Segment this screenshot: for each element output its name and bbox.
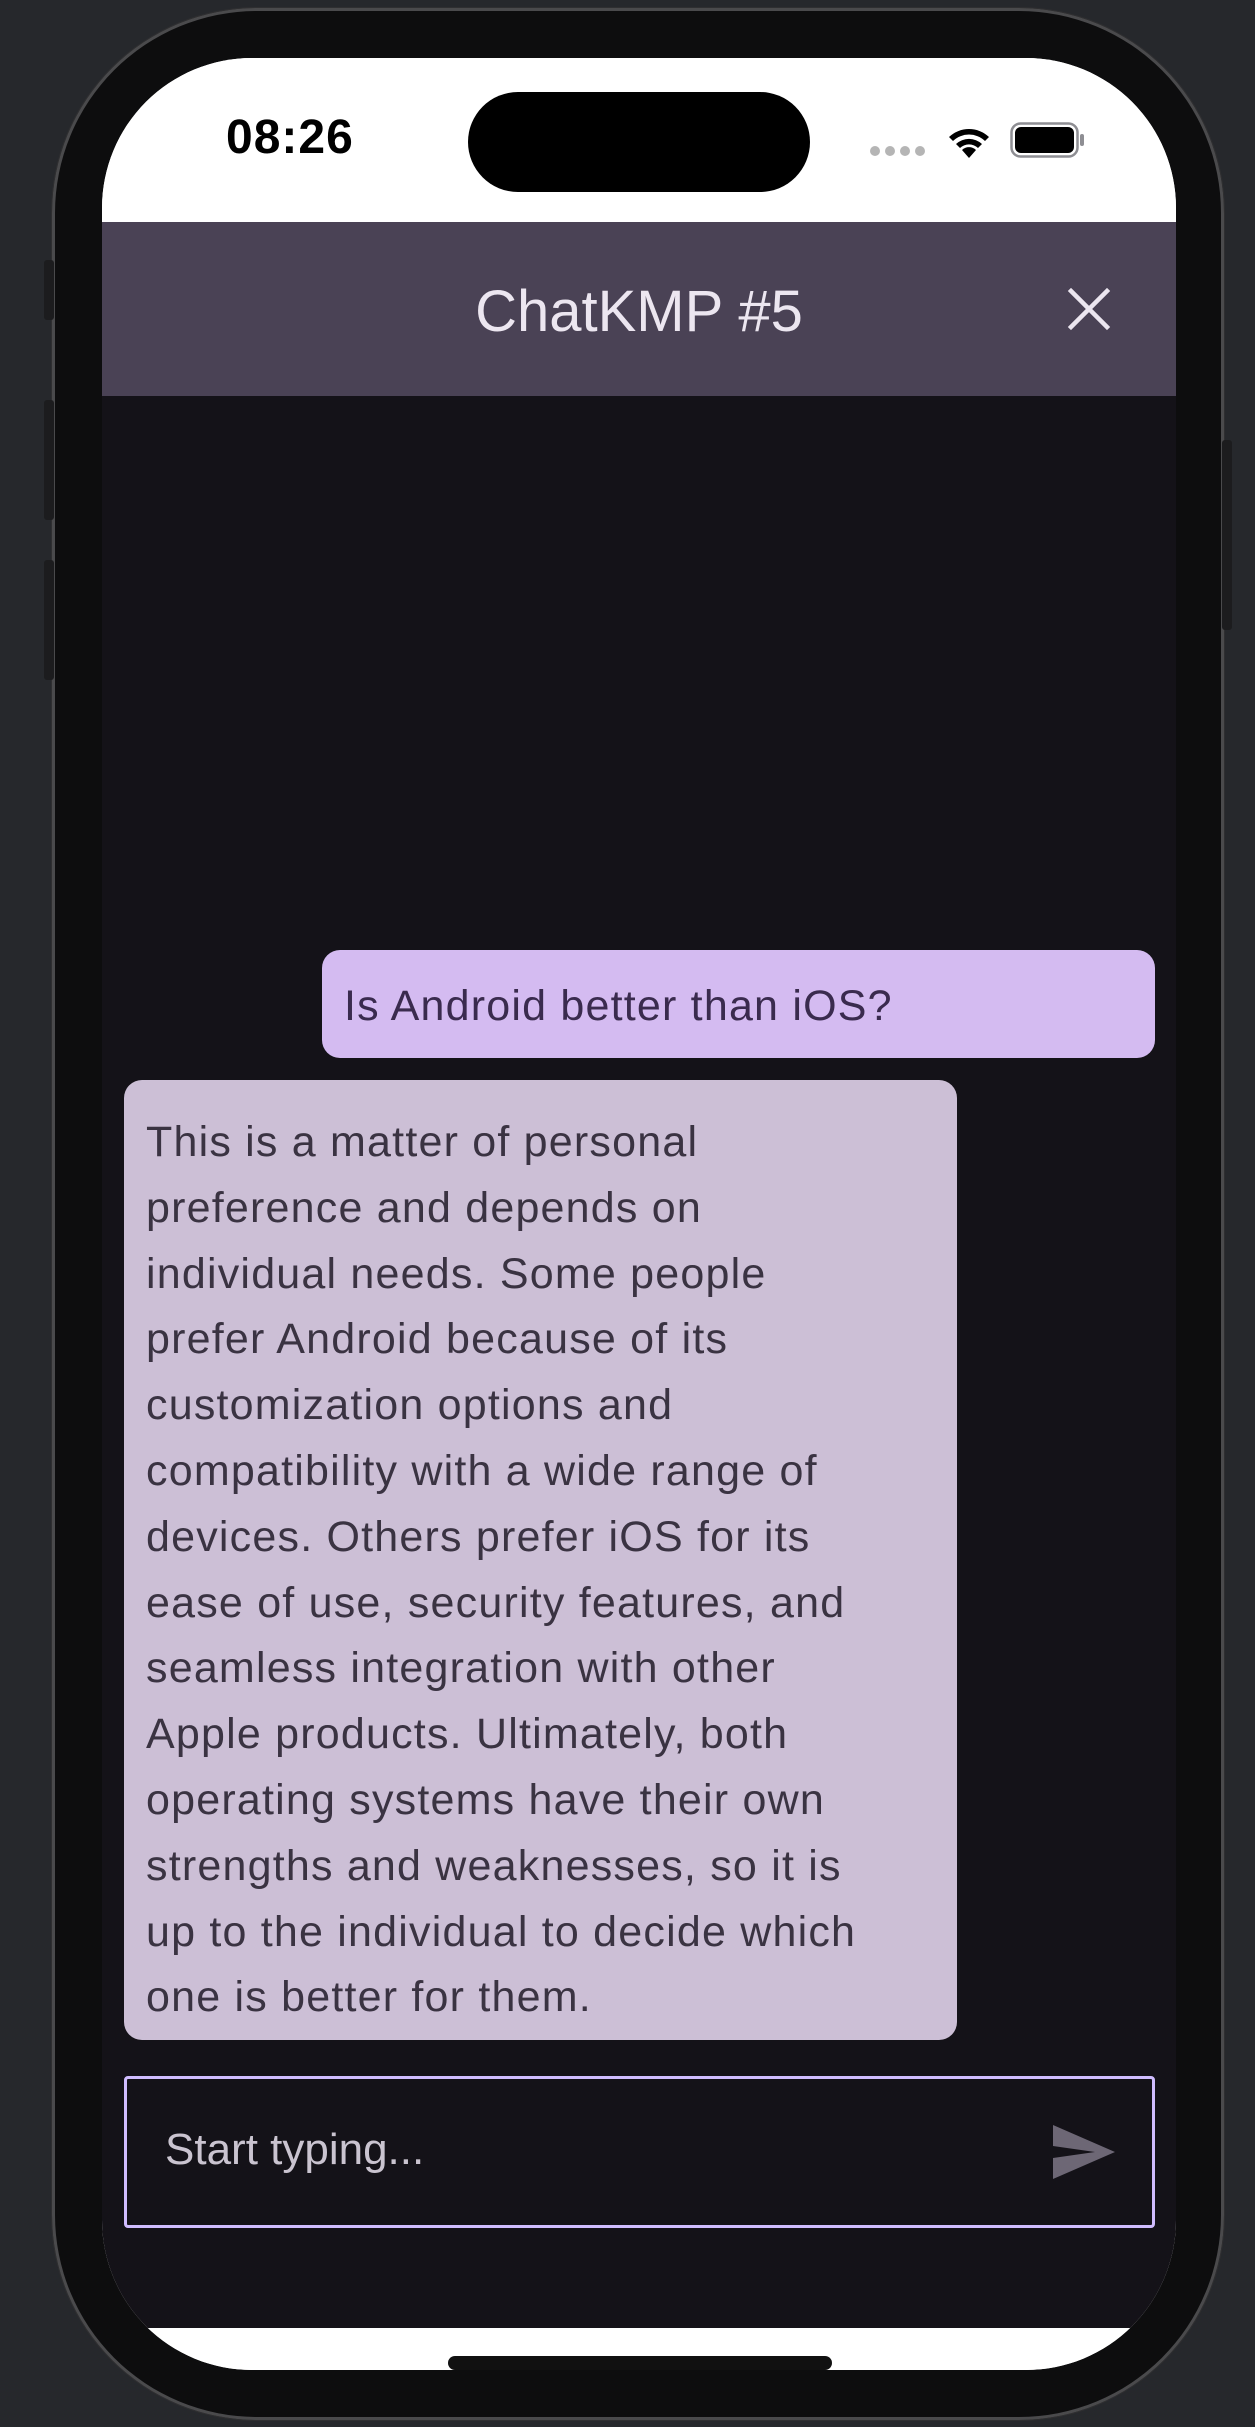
battery-icon — [1010, 122, 1084, 158]
assistant-message-line: Apple products. Ultimately, both — [146, 1710, 789, 1759]
message-composer[interactable] — [124, 2076, 1155, 2228]
user-message-text: Is Android better than iOS? — [344, 982, 893, 1030]
chat-title: ChatKMP #5 — [475, 279, 803, 344]
close-icon[interactable] — [1054, 274, 1124, 344]
home-indicator[interactable] — [448, 2356, 832, 2370]
device-background: 08:26 ChatKMP #5 Is Android better than … — [0, 0, 1255, 2427]
volume-up-button — [44, 400, 54, 520]
cellular-signal-icon — [870, 146, 925, 156]
status-bar: 08:26 — [102, 58, 1176, 222]
assistant-message-bubble: This is a matter of personal preference … — [124, 1080, 957, 2040]
assistant-message-line: This is a matter of personal — [146, 1118, 699, 1166]
power-button — [1222, 440, 1232, 630]
dynamic-island — [468, 92, 810, 192]
chat-message-list[interactable]: Is Android better than iOS? This is a ma… — [102, 396, 1176, 2328]
message-input[interactable] — [165, 2115, 1025, 2185]
assistant-message-line: one is better for them. — [146, 1973, 592, 2022]
assistant-message-line: prefer Android because of its — [146, 1315, 729, 1364]
assistant-message-line: devices. Others prefer iOS for its — [146, 1512, 811, 1561]
status-time: 08:26 — [226, 111, 354, 164]
top-app-bar: ChatKMP #5 — [102, 222, 1176, 396]
assistant-message-line: seamless integration with other — [146, 1644, 776, 1693]
user-message-bubble: Is Android better than iOS? — [322, 950, 1155, 1058]
assistant-message-line: up to the individual to decide which — [146, 1907, 857, 1956]
send-icon[interactable] — [1051, 2123, 1117, 2181]
mute-switch — [44, 260, 54, 320]
assistant-message-line: preference and depends on — [146, 1183, 702, 1232]
assistant-message-line: strengths and weaknesses, so it is — [146, 1841, 842, 1890]
assistant-message-line: ease of use, security features, and — [146, 1578, 846, 1627]
phone-screen: 08:26 ChatKMP #5 Is Android better than … — [102, 58, 1176, 2370]
assistant-message-line: operating systems have their own — [146, 1775, 825, 1824]
wifi-icon — [949, 129, 989, 158]
assistant-message-line: individual needs. Some people — [146, 1249, 767, 1298]
assistant-message-line: customization options and — [146, 1381, 674, 1430]
volume-down-button — [44, 560, 54, 680]
assistant-message-line: compatibility with a wide range of — [146, 1446, 818, 1495]
